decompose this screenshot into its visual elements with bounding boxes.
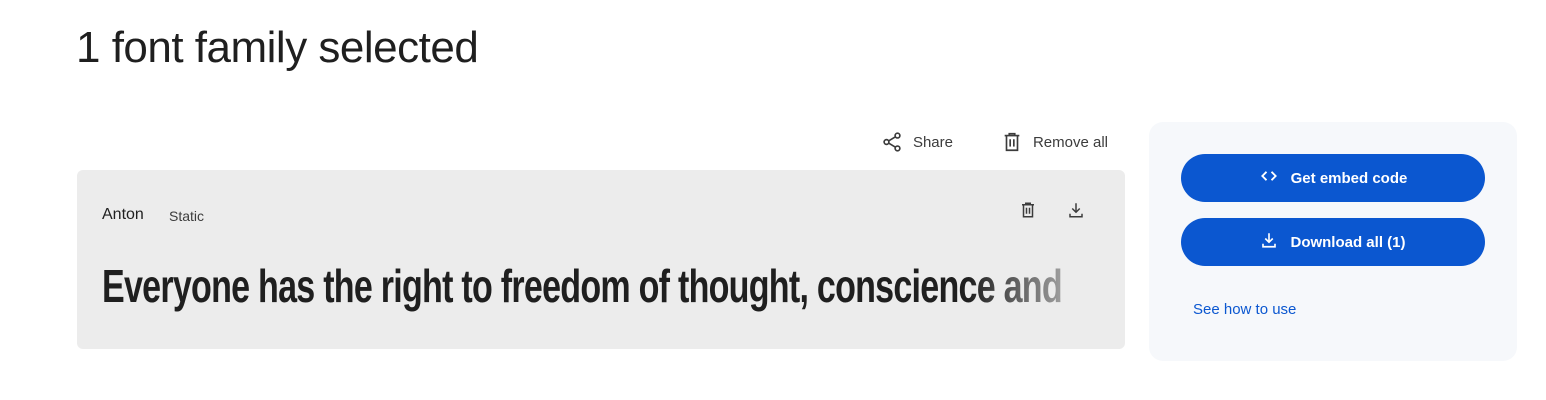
download-icon — [1067, 201, 1085, 224]
trash-icon — [1001, 131, 1023, 153]
download-font-button[interactable] — [1064, 200, 1088, 224]
font-card: Anton Static Everyone has the right to f… — [77, 170, 1125, 349]
download-all-label: Download all (1) — [1290, 233, 1406, 251]
share-button[interactable]: Share — [881, 131, 953, 153]
get-embed-code-label: Get embed code — [1290, 169, 1408, 187]
page: 1 font family selected Share Remove all … — [0, 0, 1546, 400]
download-all-button[interactable]: Download all (1) — [1181, 218, 1485, 266]
font-style-label: Static — [169, 208, 205, 224]
font-preview-text[interactable]: Everyone has the right to freedom of tho… — [102, 258, 1097, 314]
trash-icon — [1019, 201, 1037, 224]
see-how-to-use-link[interactable]: See how to use — [1193, 301, 1296, 318]
selection-toolbar: Share Remove all — [881, 128, 1108, 156]
page-title: 1 font family selected — [76, 23, 479, 72]
remove-font-button[interactable] — [1016, 200, 1040, 224]
download-icon — [1260, 231, 1278, 253]
share-label: Share — [912, 133, 953, 151]
get-embed-code-button[interactable]: Get embed code — [1181, 154, 1485, 202]
remove-all-label: Remove all — [1032, 133, 1108, 151]
font-family-name: Anton — [102, 206, 144, 223]
code-icon — [1259, 166, 1279, 190]
share-icon — [881, 131, 903, 153]
side-panel: Get embed code Download all (1) See how … — [1149, 122, 1517, 361]
remove-all-button[interactable]: Remove all — [1001, 131, 1108, 153]
